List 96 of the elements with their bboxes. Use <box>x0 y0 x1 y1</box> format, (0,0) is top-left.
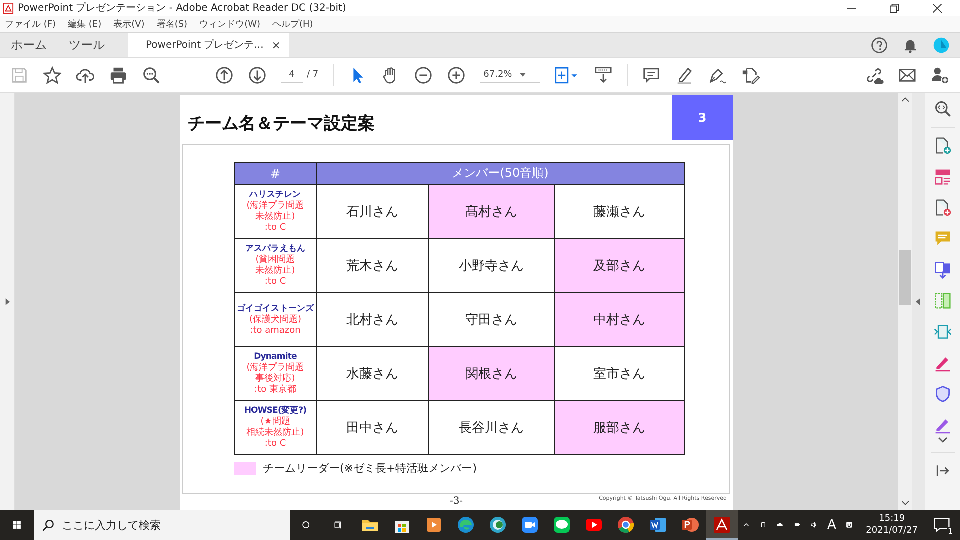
notification-count: 1 <box>946 527 954 536</box>
avatar-icon[interactable] <box>933 36 950 54</box>
theme-text: 相続未然防止) <box>246 428 306 439</box>
column-header: メンバー(50音順) <box>316 162 684 184</box>
next-page-icon[interactable] <box>248 66 267 84</box>
team-name: アスパラえもん <box>244 243 307 254</box>
member-cell: 関根さん <box>428 346 554 400</box>
team-name: ハリスチレン <box>248 189 302 200</box>
notification-icon[interactable] <box>933 516 952 534</box>
menu-item[interactable]: ファイル (F) <box>5 18 56 30</box>
pdf-icon <box>3 2 14 14</box>
scroll-down-icon[interactable] <box>902 501 908 506</box>
scroll-mode-icon[interactable] <box>594 66 613 84</box>
theme-text: :to C <box>264 277 288 288</box>
clock-date[interactable]: 2021/07/27 <box>866 525 918 537</box>
member-cell: 及部さん <box>554 238 684 292</box>
print-icon[interactable] <box>109 66 128 84</box>
column-header: # <box>234 162 316 184</box>
member-cell: 藤瀬さん <box>554 184 684 238</box>
theme-text: :to 東京都 <box>254 385 298 396</box>
page-footer: -3- <box>450 496 464 506</box>
team-name: HOWSE(変更?) <box>243 405 308 416</box>
theme-text: 未然防止) <box>254 212 296 223</box>
fill-sign-icon[interactable] <box>740 66 760 84</box>
member-cell: 北村さん <box>316 292 428 346</box>
page-count: / 7 <box>307 70 319 80</box>
collapse-panel-icon[interactable] <box>916 298 921 306</box>
layout-icon[interactable] <box>934 168 952 186</box>
theme-text: (海洋プラ問題 <box>246 363 306 374</box>
legend-label: チームリーダー(※ゼミ長+特活班メンバー) <box>263 461 478 476</box>
restore-icon[interactable] <box>890 4 899 12</box>
theme-text: :to C <box>264 439 288 450</box>
document-export-icon[interactable] <box>934 261 952 279</box>
menu-item[interactable]: 表示(V) <box>114 18 145 30</box>
document-plus-icon[interactable] <box>934 199 952 217</box>
zoom-out-icon[interactable] <box>414 66 433 84</box>
theme-text: :to amazon <box>249 326 302 336</box>
team-name: ゴイゴイストーンズ <box>236 302 316 314</box>
close-icon[interactable] <box>933 4 942 12</box>
document-plus-icon[interactable] <box>934 137 952 155</box>
member-cell: 中村さん <box>554 292 684 346</box>
app-tray-icon[interactable] <box>846 519 854 531</box>
chevron-down-icon[interactable] <box>938 437 948 443</box>
shield-icon[interactable] <box>934 385 952 403</box>
document-compress-icon[interactable] <box>934 323 952 341</box>
zoom-icon[interactable] <box>934 100 952 118</box>
window-title: PowerPoint プレゼンテーション - Adobe Acrobat Reader DC (32-bit) <box>18 2 346 15</box>
legend-swatch <box>234 462 256 475</box>
menu-item[interactable]: ウィンドウ(W) <box>200 18 260 30</box>
member-cell: 室市さん <box>554 346 684 400</box>
link-cloud-icon[interactable] <box>865 66 884 84</box>
theme-text: 事後対応) <box>254 374 296 384</box>
member-cell: 長谷川さん <box>428 400 554 454</box>
member-cell: 石川さん <box>316 184 428 238</box>
menu-item[interactable]: ヘルプ(H) <box>272 18 314 30</box>
member-cell: 守田さん <box>428 292 554 346</box>
member-cell: 田中さん <box>316 400 428 454</box>
add-user-icon[interactable] <box>931 66 950 84</box>
expand-panel-icon[interactable] <box>4 298 10 306</box>
star-icon[interactable] <box>43 66 62 84</box>
member-cell: 荒木さん <box>316 238 428 292</box>
theme-text: (★問題 <box>260 417 292 428</box>
member-cell: 髙村さん <box>428 184 554 238</box>
slide-title: チーム名＆テーマ設定案 <box>188 113 375 135</box>
search-icon[interactable] <box>142 66 161 84</box>
document-tab[interactable]: PowerPoint プレゼンテ... × <box>128 33 289 57</box>
menu-item[interactable]: 編集 (E) <box>68 18 102 30</box>
scroll-up-icon[interactable] <box>902 97 908 102</box>
search-field[interactable]: ここに入力して検索 <box>34 510 290 540</box>
menu-item[interactable]: 署名(S) <box>156 18 188 30</box>
speaker-icon[interactable] <box>810 519 818 531</box>
member-cell: 服部さん <box>554 400 684 454</box>
slide-number: 3 <box>672 95 733 140</box>
zoom-in-icon[interactable] <box>446 66 466 84</box>
fit-page-icon[interactable] <box>554 66 580 84</box>
theme-text: (海洋プラ問題 <box>246 201 306 212</box>
member-cell: 水藤さん <box>316 346 428 400</box>
help-icon[interactable] <box>871 36 888 54</box>
member-cell: 小野寺さん <box>428 238 554 292</box>
theme-text: 未然防止) <box>254 266 296 277</box>
comment-icon[interactable] <box>642 66 661 84</box>
zoom-dropdown[interactable]: 67.2% <box>480 68 540 82</box>
previous-page-icon[interactable] <box>215 66 234 84</box>
theme-text: :to C <box>264 223 288 234</box>
page-number-field[interactable]: 4 <box>281 68 303 82</box>
caret-icon <box>520 72 526 76</box>
clock-time[interactable]: 15:19 <box>879 513 906 525</box>
team-name: Dynamite <box>253 351 298 362</box>
ime-indicator[interactable]: A <box>827 518 836 532</box>
scroll-thumb[interactable] <box>899 250 911 305</box>
pdf-icon[interactable] <box>706 510 738 540</box>
close-tab-button[interactable]: × <box>272 38 281 52</box>
vertical-scrollbar[interactable] <box>898 93 912 510</box>
theme-text: (保護犬問題) <box>248 314 303 326</box>
theme-text: (貧困問題 <box>254 255 296 266</box>
windows-logo-icon[interactable] <box>13 518 21 532</box>
